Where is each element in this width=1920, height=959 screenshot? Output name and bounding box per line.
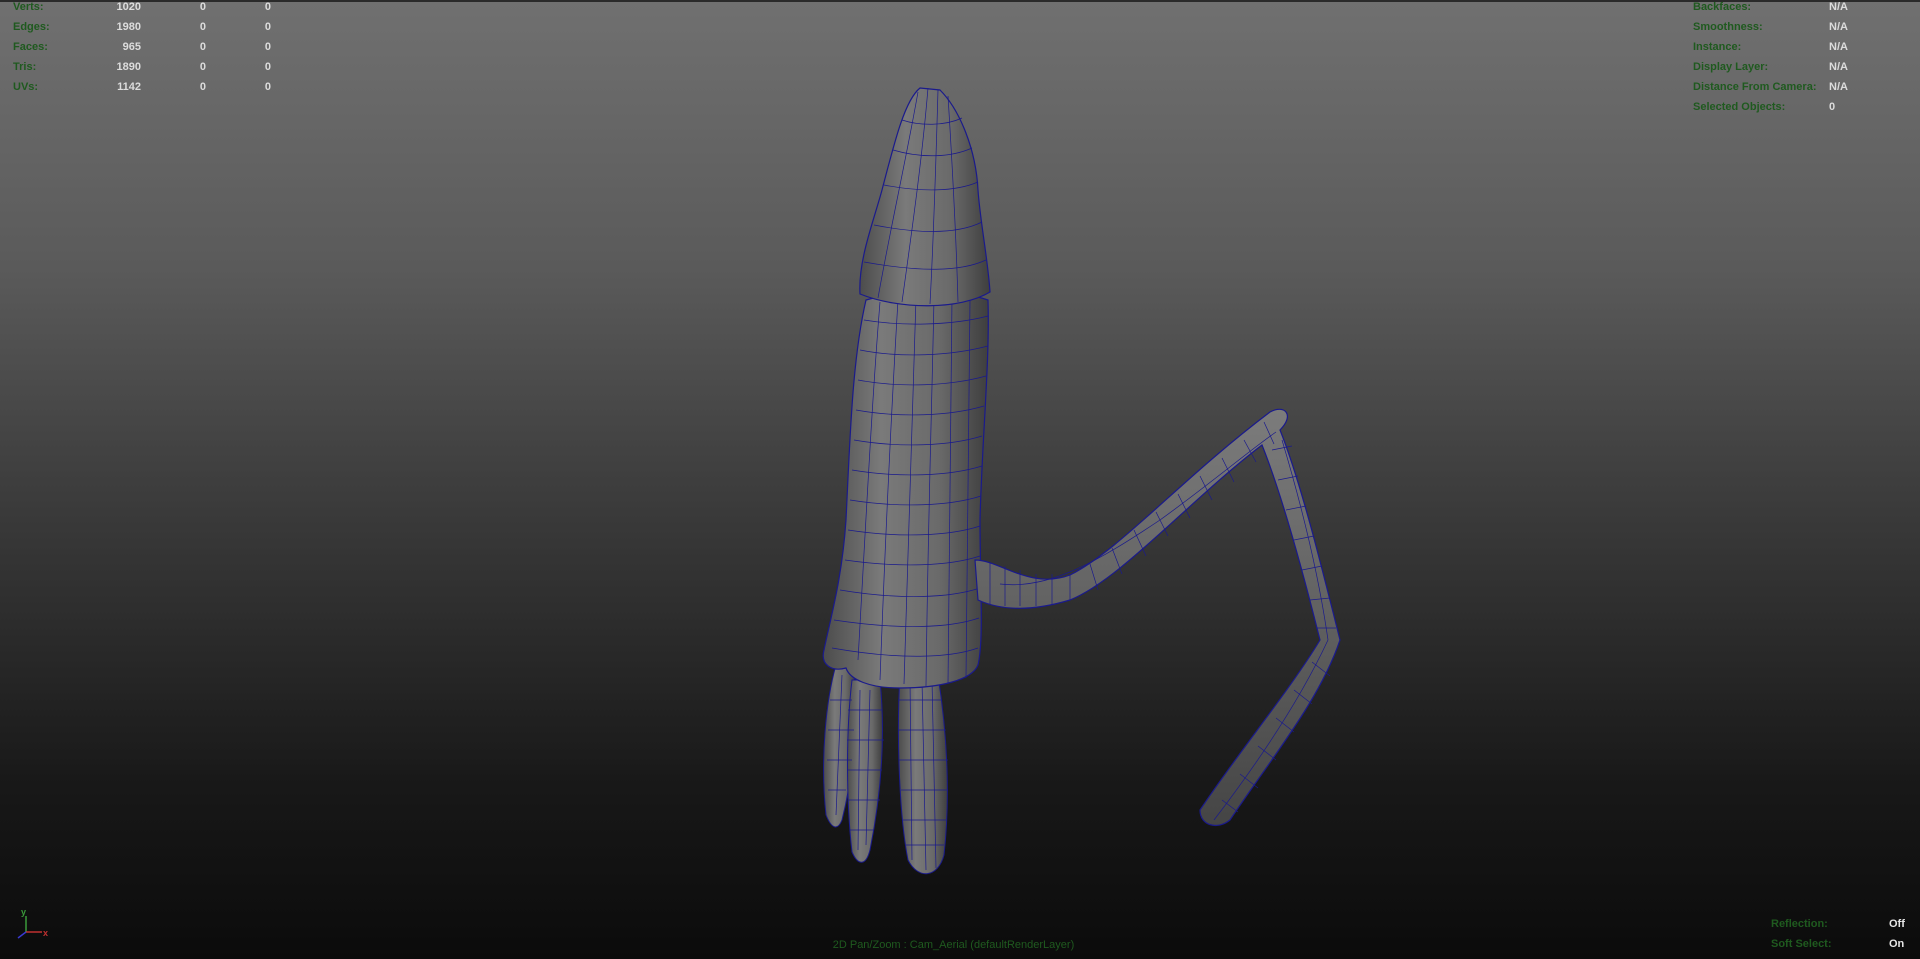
hud-row-display-layer: Display Layer: N/A (1693, 61, 1913, 81)
smoothness-label: Smoothness: (1693, 21, 1763, 33)
uvs-selected-value: 0 (199, 81, 206, 93)
edges-label: Edges: (13, 21, 50, 33)
hand-model-wireframe[interactable] (0, 0, 1920, 959)
verts-value: 1020 (116, 1, 141, 13)
display-layer-value: N/A (1829, 61, 1848, 73)
verts-extra-value: 0 (264, 1, 271, 13)
hud-row-edges: Edges: 1980 0 0 (13, 21, 273, 41)
faces-selected-value: 0 (199, 41, 206, 53)
uvs-label: UVs: (13, 81, 39, 93)
camera-name-label: 2D Pan/Zoom : Cam_Aerial (defaultRenderL… (832, 939, 1075, 951)
instance-value: N/A (1829, 41, 1848, 53)
faces-label: Faces: (13, 41, 48, 53)
backfaces-label: Backfaces: (1693, 1, 1752, 13)
reflection-label: Reflection: (1771, 918, 1828, 930)
arm-tube-mesh (974, 408, 1341, 827)
tris-extra-value: 0 (264, 61, 271, 73)
backfaces-value: N/A (1829, 1, 1848, 13)
hud-row-tris: Tris: 1890 0 0 (13, 61, 273, 81)
hud-row-faces: Faces: 965 0 0 (13, 41, 273, 61)
selected-objects-label: Selected Objects: (1693, 101, 1786, 113)
verts-label: Verts: (13, 1, 44, 13)
hud-row-smoothness: Smoothness: N/A (1693, 21, 1913, 41)
hud-row-verts: Verts: 1020 0 0 (13, 1, 273, 21)
distance-from-camera-label: Distance From Camera: (1693, 81, 1817, 93)
faces-extra-value: 0 (264, 41, 271, 53)
tris-value: 1890 (116, 61, 141, 73)
axis-gizmo-icon: y x (17, 907, 48, 939)
hud-row-selected-objects: Selected Objects: 0 (1693, 101, 1913, 121)
instance-label: Instance: (1693, 41, 1742, 53)
object-details-hud: Backfaces: N/A Smoothness: N/A Instance:… (1693, 1, 1913, 121)
tris-label: Tris: (13, 61, 37, 73)
uvs-extra-value: 0 (264, 81, 271, 93)
poly-count-hud: Verts: 1020 0 0 Edges: 1980 0 0 Faces: 9… (13, 1, 273, 101)
finger-meshes (823, 664, 948, 875)
hud-row-backfaces: Backfaces: N/A (1693, 1, 1913, 21)
reflection-value: Off (1889, 918, 1905, 930)
distance-from-camera-value: N/A (1829, 81, 1848, 93)
verts-selected-value: 0 (199, 1, 206, 13)
axis-y-label: y (21, 907, 26, 917)
edges-value: 1980 (116, 21, 141, 33)
display-layer-label: Display Layer: (1693, 61, 1769, 73)
hud-row-uvs: UVs: 1142 0 0 (13, 81, 273, 101)
axis-x-label: x (43, 928, 48, 938)
hud-row-distance-from-camera: Distance From Camera: N/A (1693, 81, 1913, 101)
hud-row-instance: Instance: N/A (1693, 41, 1913, 61)
faces-value: 965 (122, 41, 141, 53)
edges-selected-value: 0 (199, 21, 206, 33)
smoothness-value: N/A (1829, 21, 1848, 33)
selected-objects-value: 0 (1829, 101, 1836, 113)
hud-row-reflection: Reflection: Off (1771, 918, 1911, 938)
viewport-status-hud: Reflection: Off Soft Select: On (1771, 918, 1911, 958)
maya-viewport[interactable]: Verts: 1020 0 0 Edges: 1980 0 0 Faces: 9… (0, 0, 1920, 959)
uvs-value: 1142 (117, 81, 141, 93)
edges-extra-value: 0 (264, 21, 271, 33)
tris-selected-value: 0 (199, 61, 206, 73)
